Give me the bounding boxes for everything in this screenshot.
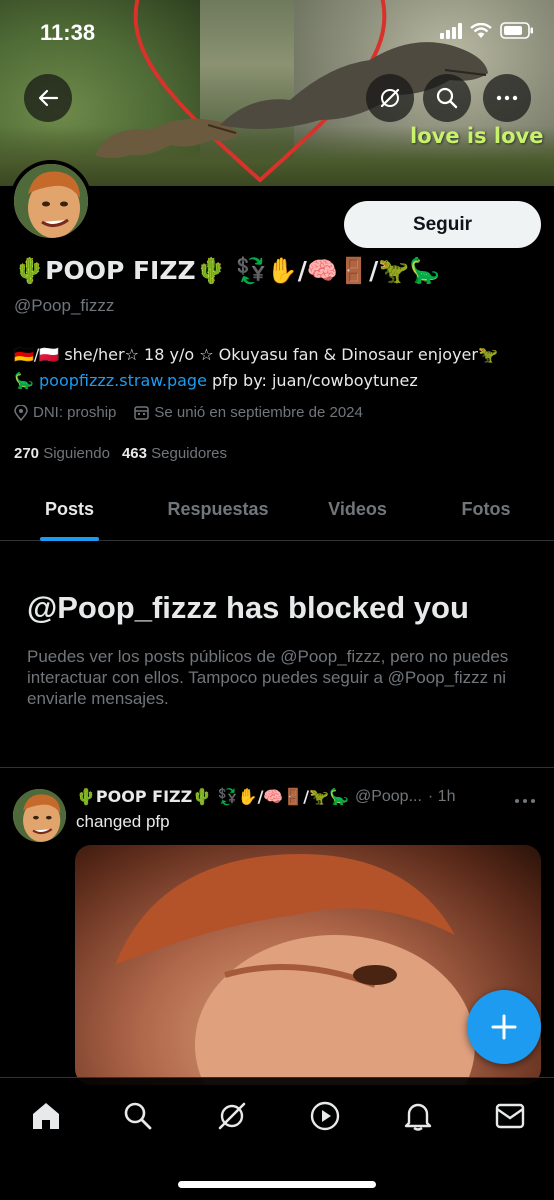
- following-count: 270: [14, 445, 40, 462]
- search-profile-button[interactable]: [423, 74, 471, 122]
- followers-label: Seguidores: [151, 445, 228, 462]
- post-author-handle[interactable]: @Poop...: [355, 788, 422, 806]
- profile-stats: 270 Siguiendo 463 Seguidores: [14, 445, 227, 462]
- followers-stat[interactable]: 463 Seguidores: [122, 445, 227, 462]
- post-avatar-face: [13, 789, 66, 842]
- back-button[interactable]: [24, 74, 72, 122]
- following-stat[interactable]: 270 Siguiendo: [14, 445, 110, 462]
- grok-icon: [380, 88, 400, 108]
- followers-count: 463: [121, 445, 147, 462]
- following-label: Siguiendo: [43, 445, 110, 462]
- home-indicator: [178, 1181, 376, 1188]
- post-image-illustration: [115, 854, 475, 1085]
- signal-icon: [440, 22, 462, 39]
- more-options-button[interactable]: [483, 74, 531, 122]
- active-tab-indicator: [40, 537, 99, 541]
- post-avatar[interactable]: [13, 789, 66, 842]
- tab-photos[interactable]: Fotos: [445, 478, 527, 540]
- location-meta: DNI: proship: [14, 404, 116, 421]
- tab-posts[interactable]: Posts: [20, 478, 119, 540]
- profile-avatar[interactable]: [10, 160, 92, 242]
- nav-grok[interactable]: [212, 1096, 252, 1136]
- more-dots-icon: [496, 95, 518, 101]
- bio-line-2-suffix: pfp by: juan/cowboytunez: [206, 371, 418, 390]
- more-dots-icon: [515, 799, 535, 803]
- calendar-icon: [134, 406, 150, 420]
- nav-notifications[interactable]: [398, 1096, 438, 1136]
- profile-tabs: Posts Respuestas Videos Fotos: [0, 478, 554, 541]
- joined-meta: Se unió en septiembre de 2024: [134, 404, 363, 421]
- video-icon: [310, 1101, 340, 1131]
- status-time: 11:38: [40, 20, 96, 45]
- status-bar: 11:38: [0, 0, 554, 68]
- banner-overlay-text: love is love: [410, 124, 544, 148]
- search-icon: [436, 87, 458, 109]
- post-image[interactable]: [75, 845, 541, 1085]
- bio-line-1: 🇩🇪/🇵🇱 she/her☆ 18 y/o ☆ Okuyasu fan & Di…: [14, 345, 498, 364]
- blocked-description: Puedes ver los posts públicos de @Poop_f…: [27, 647, 509, 708]
- bio-line-2: 🦕 poopfizzz.straw.page pfp by: juan/cowb…: [14, 368, 544, 394]
- status-icons: [440, 22, 534, 39]
- post-header: 🌵POOP FIZZ🌵 💱✋/🧠🚪/🦖🦕 @Poop... · 1h: [76, 787, 546, 806]
- follow-button[interactable]: Seguir: [344, 201, 541, 248]
- nav-home[interactable]: [26, 1096, 66, 1136]
- nav-search[interactable]: [118, 1096, 158, 1136]
- joined-text: Se unió en septiembre de 2024: [154, 404, 363, 421]
- profile-bio: 🇩🇪/🇵🇱 she/her☆ 18 y/o ☆ Okuyasu fan & Di…: [14, 342, 544, 394]
- post-author-name[interactable]: 🌵POOP FIZZ🌵 💱✋/🧠🚪/🦖🦕: [76, 787, 349, 806]
- location-text: DNI: proship: [33, 404, 117, 421]
- tab-videos[interactable]: Videos: [310, 478, 405, 540]
- grok-button[interactable]: [366, 74, 414, 122]
- home-icon: [33, 1103, 59, 1129]
- bio-link[interactable]: poopfizzz.straw.page: [39, 371, 207, 390]
- wifi-icon: [470, 22, 492, 38]
- blocked-title: @Poop_fizzz has blocked you: [27, 590, 469, 625]
- profile-handle: @Poop_fizzz: [14, 296, 115, 315]
- post-more-button[interactable]: [514, 788, 536, 809]
- section-divider: [0, 767, 554, 768]
- nav-messages[interactable]: [490, 1096, 530, 1136]
- bio-line-2-prefix: 🦕: [14, 371, 40, 390]
- post-time: · 1h: [427, 787, 456, 805]
- post-text: changed pfp: [76, 812, 170, 831]
- notifications-icon: [404, 1103, 432, 1131]
- avatar-face: [14, 164, 88, 238]
- compose-button[interactable]: [467, 990, 541, 1064]
- plus-icon: [491, 1014, 517, 1040]
- arrow-left-icon: [38, 89, 59, 107]
- messages-icon: [495, 1103, 525, 1129]
- search-icon: [124, 1102, 152, 1130]
- profile-meta: DNI: proship Se unió en septiembre de 20…: [14, 404, 363, 421]
- grok-icon: [218, 1102, 246, 1130]
- nav-video[interactable]: [305, 1096, 345, 1136]
- tab-replies[interactable]: Respuestas: [158, 478, 278, 540]
- battery-icon: [500, 22, 533, 39]
- location-pin-icon: [14, 404, 28, 421]
- profile-display-name: 🌵POOP FIZZ🌵 💱✋/🧠🚪/🦖🦕: [14, 256, 441, 285]
